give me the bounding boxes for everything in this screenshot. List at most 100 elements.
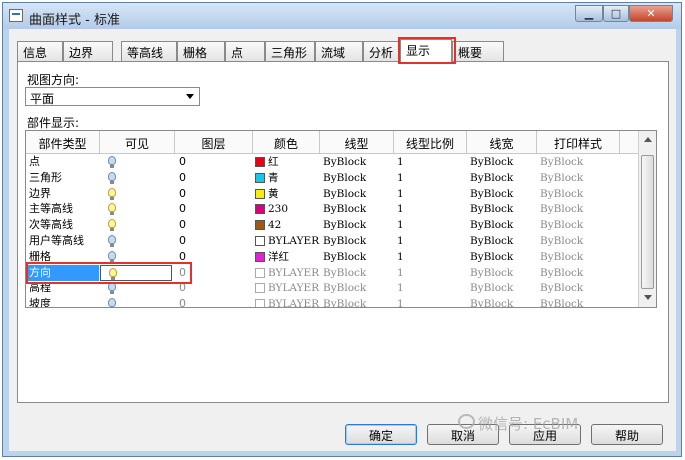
cell-visible[interactable] [100, 170, 175, 186]
cell-linetype[interactable]: ByBlock [323, 265, 394, 281]
view-direction-select[interactable]: 平面 [25, 87, 200, 106]
lightbulb-icon[interactable] [108, 298, 116, 307]
scroll-up-icon[interactable] [644, 137, 652, 142]
tab-4[interactable]: 点 [225, 41, 265, 61]
cell-linetype[interactable]: ByBlock [323, 233, 394, 249]
cell-layer[interactable]: 0 [179, 170, 253, 186]
table-row[interactable]: 主等高线 0 230 ByBlock 1 ByBlock ByBlock [26, 201, 638, 217]
lightbulb-icon[interactable] [108, 235, 116, 247]
lightbulb-icon[interactable] [108, 250, 116, 263]
cell-plot-style[interactable]: ByBlock [540, 265, 620, 281]
cell-type[interactable]: 边界 [27, 186, 101, 202]
cell-color[interactable]: BYLAYER [253, 233, 320, 249]
cell-linetype-scale[interactable]: 1 [397, 249, 467, 265]
cell-lineweight[interactable]: ByBlock [470, 296, 537, 307]
column-header-1[interactable]: 可见 [100, 131, 175, 153]
table-row[interactable]: 坡度 0 BYLAYER ByBlock 1 ByBlock ByBlock [26, 296, 638, 307]
cell-visible[interactable] [100, 296, 175, 307]
tab-3[interactable]: 栅格 [177, 41, 225, 61]
tab-2[interactable]: 等高线 [121, 41, 177, 61]
close-button[interactable]: ✕ [629, 5, 673, 22]
title-bar[interactable]: 曲面样式 - 标准 ▁ □ ✕ [3, 3, 681, 29]
cell-type[interactable]: 三角形 [27, 170, 101, 186]
cell-linetype[interactable]: ByBlock [323, 154, 394, 170]
cell-color[interactable]: BYLAYER [253, 296, 320, 307]
maximize-button[interactable]: □ [603, 5, 629, 22]
table-row[interactable]: 用户等高线 0 BYLAYER ByBlock 1 ByBlock ByBlock [26, 233, 638, 249]
cell-type[interactable]: 主等高线 [27, 201, 101, 217]
lightbulb-icon[interactable] [108, 171, 116, 184]
tab-1[interactable]: 边界 [63, 41, 113, 61]
cell-visible[interactable] [100, 233, 175, 249]
cell-visible[interactable] [100, 217, 175, 233]
cell-color[interactable]: 黄 [253, 186, 320, 202]
cell-type[interactable]: 用户等高线 [27, 233, 101, 249]
tab-0[interactable]: 信息 [17, 41, 63, 61]
tab-6[interactable]: 流域 [315, 41, 363, 61]
cell-linetype-scale[interactable]: 1 [397, 186, 467, 202]
cell-linetype-scale[interactable]: 1 [397, 154, 467, 170]
cell-lineweight[interactable]: ByBlock [470, 201, 537, 217]
tab-5[interactable]: 三角形 [265, 41, 315, 61]
cell-layer[interactable]: 0 [179, 296, 253, 307]
cell-visible[interactable] [100, 154, 175, 170]
cell-lineweight[interactable]: ByBlock [470, 265, 537, 281]
lightbulb-icon[interactable] [108, 203, 116, 216]
column-header-2[interactable]: 图层 [175, 131, 253, 153]
vertical-scrollbar[interactable] [638, 131, 656, 307]
lightbulb-icon[interactable] [108, 156, 116, 168]
cell-linetype-scale[interactable]: 1 [397, 201, 467, 217]
cell-plot-style[interactable]: ByBlock [540, 296, 620, 307]
table-row[interactable]: 次等高线 0 42 ByBlock 1 ByBlock ByBlock [26, 217, 638, 233]
ok-button[interactable]: 确定 [345, 424, 417, 445]
cell-color[interactable]: BYLAYER [253, 265, 320, 281]
table-row[interactable]: 边界 0 黄 ByBlock 1 ByBlock ByBlock [26, 186, 638, 202]
column-header-7[interactable]: 打印样式 [537, 131, 620, 153]
cell-plot-style[interactable]: ByBlock [540, 186, 620, 202]
cell-plot-style[interactable]: ByBlock [540, 280, 620, 296]
cell-linetype[interactable]: ByBlock [323, 280, 394, 296]
lightbulb-icon[interactable] [108, 187, 116, 200]
cell-layer[interactable]: 0 [179, 186, 253, 202]
cell-visible[interactable] [100, 186, 175, 202]
cell-type[interactable]: 坡度 [27, 296, 101, 307]
cell-lineweight[interactable]: ByBlock [470, 249, 537, 265]
cell-color[interactable]: 青 [253, 170, 320, 186]
cell-layer[interactable]: 0 [179, 233, 253, 249]
cell-layer[interactable]: 0 [179, 217, 253, 233]
lightbulb-icon[interactable] [108, 282, 116, 295]
column-header-3[interactable]: 颜色 [253, 131, 320, 153]
column-header-6[interactable]: 线宽 [467, 131, 537, 153]
cell-linetype[interactable]: ByBlock [323, 217, 394, 233]
tab-9[interactable]: 概要 [452, 41, 504, 61]
cell-type[interactable]: 点 [27, 154, 101, 170]
tab-7[interactable]: 分析 [363, 41, 400, 61]
cell-plot-style[interactable]: ByBlock [540, 201, 620, 217]
component-grid[interactable]: 部件类型 可见 图层 颜色 线型 线型比例 线宽 打印样式 点 0 红 ByBlock 1 ByBloc… [25, 130, 657, 308]
cell-lineweight[interactable]: ByBlock [470, 233, 537, 249]
cell-linetype-scale[interactable]: 1 [397, 170, 467, 186]
cell-color[interactable]: 230 [253, 201, 320, 217]
cell-color[interactable]: BYLAYER [253, 280, 320, 296]
cell-layer[interactable]: 0 [179, 201, 253, 217]
cell-linetype-scale[interactable]: 1 [397, 296, 467, 307]
cell-linetype-scale[interactable]: 1 [397, 265, 467, 281]
cell-plot-style[interactable]: ByBlock [540, 154, 620, 170]
cell-color[interactable]: 红 [253, 154, 320, 170]
cell-plot-style[interactable]: ByBlock [540, 217, 620, 233]
cell-linetype[interactable]: ByBlock [323, 249, 394, 265]
cell-color[interactable]: 洋红 [253, 249, 320, 265]
table-row[interactable]: 点 0 红 ByBlock 1 ByBlock ByBlock [26, 154, 638, 170]
lightbulb-icon[interactable] [108, 219, 116, 232]
cell-linetype[interactable]: ByBlock [323, 170, 394, 186]
cell-linetype-scale[interactable]: 1 [397, 233, 467, 249]
cell-linetype-scale[interactable]: 1 [397, 280, 467, 296]
column-header-5[interactable]: 线型比例 [394, 131, 467, 153]
cell-visible[interactable] [100, 201, 175, 217]
cell-plot-style[interactable]: ByBlock [540, 249, 620, 265]
cell-plot-style[interactable]: ByBlock [540, 170, 620, 186]
scroll-down-icon[interactable] [644, 295, 652, 300]
table-row[interactable]: 三角形 0 青 ByBlock 1 ByBlock ByBlock [26, 170, 638, 186]
cell-layer[interactable]: 0 [179, 154, 253, 170]
cell-lineweight[interactable]: ByBlock [470, 217, 537, 233]
